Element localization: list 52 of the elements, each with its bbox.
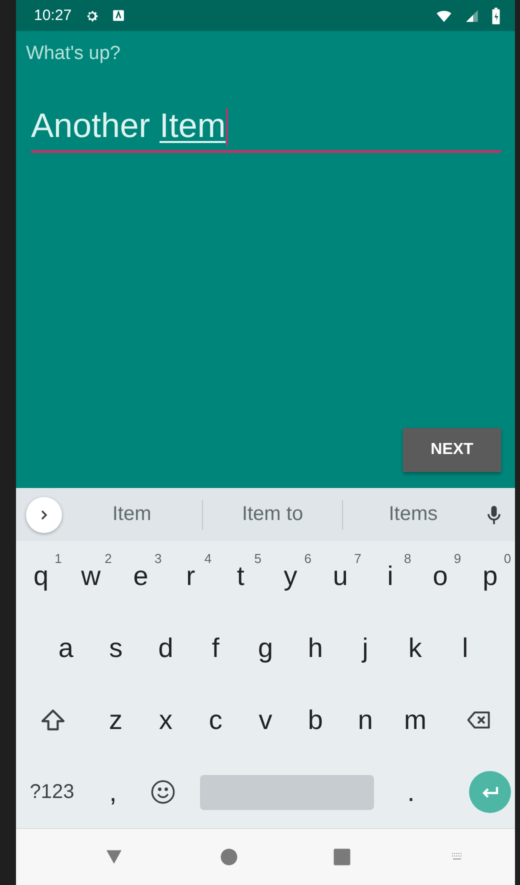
suggestion[interactable]: Item to <box>202 498 342 530</box>
key[interactable]: p 0 <box>465 546 515 607</box>
prompt-label: What's up? <box>26 43 120 65</box>
key[interactable]: v <box>240 690 290 750</box>
next-button[interactable]: NEXT <box>403 428 501 472</box>
key[interactable]: , <box>88 762 138 822</box>
key[interactable]: u 7 <box>315 546 366 607</box>
key-hint: 5 <box>254 550 262 566</box>
key[interactable]: s <box>90 618 141 679</box>
key-hint: 7 <box>354 550 362 566</box>
key-hint: 3 <box>154 550 162 566</box>
key[interactable]: r 4 <box>166 546 216 607</box>
key[interactable]: o 9 <box>415 546 466 607</box>
key[interactable]: q 1 <box>16 546 66 607</box>
key[interactable]: f <box>190 618 241 679</box>
key[interactable]: l <box>440 618 490 679</box>
key[interactable]: e 3 <box>116 546 166 607</box>
key[interactable]: g <box>240 618 290 679</box>
key[interactable]: y 6 <box>266 546 316 607</box>
key[interactable]: m <box>390 690 440 750</box>
status-time: 10:27 <box>34 7 72 24</box>
key[interactable]: h <box>290 618 340 679</box>
key[interactable]: x <box>140 690 191 750</box>
battery-charging-icon <box>491 6 501 24</box>
key[interactable]: w 2 <box>66 546 116 607</box>
text-input-field[interactable]: Another Item <box>31 107 501 153</box>
key-hint: 2 <box>104 550 112 566</box>
key-hint: 6 <box>304 550 312 566</box>
symbols-key[interactable]: ?123 <box>16 762 88 822</box>
key[interactable]: . <box>386 762 436 822</box>
key-hint: 0 <box>504 550 512 566</box>
key[interactable]: z <box>90 690 141 750</box>
key[interactable]: j <box>340 618 390 679</box>
key[interactable]: a <box>41 618 91 679</box>
key[interactable]: n <box>340 690 390 750</box>
key[interactable]: i 8 <box>365 546 416 607</box>
signal-icon <box>465 8 479 22</box>
recents-square-icon <box>333 848 352 866</box>
key[interactable]: t 5 <box>216 546 266 607</box>
suggestion[interactable]: Item <box>62 498 202 530</box>
keyboard-app-icon <box>112 9 125 22</box>
key-hint: 8 <box>404 550 412 566</box>
smiley-icon <box>150 779 176 806</box>
suggestion[interactable]: Items <box>343 498 484 530</box>
key[interactable]: d <box>140 618 191 679</box>
key-hint: 9 <box>454 550 462 566</box>
home-circle-icon <box>220 848 238 866</box>
key[interactable]: b <box>290 690 340 750</box>
key-hint: 4 <box>204 550 212 566</box>
key[interactable]: k <box>390 618 440 679</box>
key-hint: 1 <box>54 550 62 566</box>
key[interactable]: c <box>190 690 241 750</box>
